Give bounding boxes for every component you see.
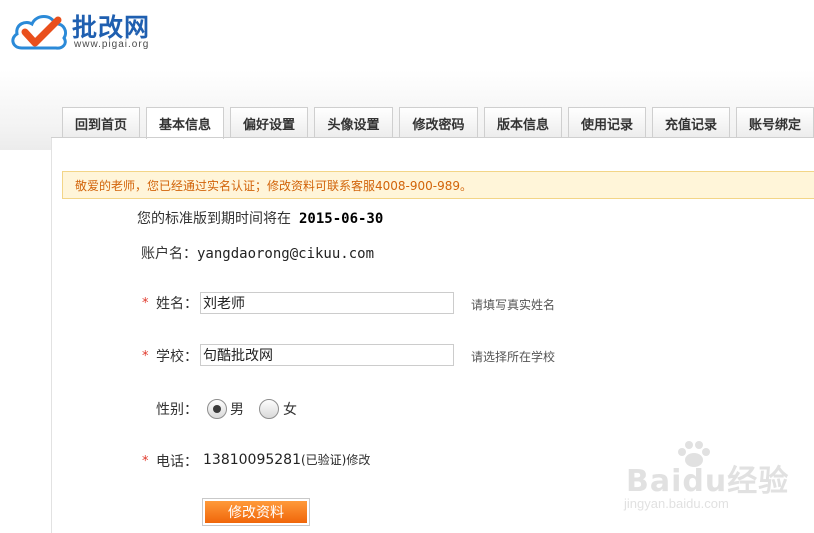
phone-number: 13810095281	[203, 452, 301, 468]
phone-edit-link[interactable]: 修改	[346, 453, 370, 467]
expiry-text: 您的标准版到期时间将在	[137, 211, 291, 227]
watermark-text: Baidu经验	[626, 464, 790, 499]
school-input[interactable]: 句酷批改网	[200, 344, 454, 366]
account-row: 账户名：yangdaorong@cikuu.com	[141, 243, 374, 263]
school-label: 学校：	[156, 349, 198, 365]
expiry-date: 2015-06-30	[299, 211, 384, 227]
tab-recharge-log[interactable]: 充值记录	[652, 107, 730, 138]
required-mark: *	[142, 454, 149, 469]
watermark-url: jingyan.baidu.com	[624, 496, 729, 511]
phone-verified-status: (已验证)	[300, 453, 347, 467]
phone-value: 13810095281(已验证)修改	[203, 451, 370, 468]
gender-male-radio[interactable]	[207, 399, 227, 419]
required-mark: *	[142, 296, 149, 311]
name-input[interactable]: 刘老师	[200, 292, 454, 314]
submit-button[interactable]: 修改资料	[202, 498, 310, 526]
logo-url: www.pigai.org	[74, 39, 150, 50]
gender-female-label[interactable]: 女	[283, 399, 297, 419]
tab-basic-info[interactable]: 基本信息	[146, 107, 224, 139]
verification-notice: 敬爱的老师，您已经通过实名认证；修改资料可联系客服4008-900-989。	[62, 171, 814, 199]
gender-female-radio[interactable]	[259, 399, 279, 419]
settings-tabs: 回到首页 基本信息 偏好设置 头像设置 修改密码 版本信息 使用记录 充值记录 …	[62, 107, 814, 139]
gender-label: 性别：	[156, 402, 198, 418]
gender-male-label[interactable]: 男	[230, 399, 244, 419]
tab-avatar[interactable]: 头像设置	[314, 107, 393, 138]
expiry-line: 您的标准版到期时间将在 2015-06-30	[137, 208, 383, 228]
tab-account-binding[interactable]: 账号绑定	[736, 107, 814, 138]
tab-divider	[51, 137, 814, 138]
required-mark: *	[142, 349, 149, 364]
cloud-check-icon	[11, 15, 68, 50]
name-label: 姓名：	[156, 296, 198, 312]
account-value: yangdaorong@cikuu.com	[197, 246, 375, 262]
name-hint: 请填写真实姓名	[471, 298, 556, 312]
tab-change-password[interactable]: 修改密码	[399, 107, 478, 138]
tab-version-info[interactable]: 版本信息	[484, 107, 562, 138]
tab-home[interactable]: 回到首页	[62, 107, 140, 138]
logo[interactable]: 批改网 www.pigai.org	[8, 6, 178, 54]
tab-preferences[interactable]: 偏好设置	[230, 107, 308, 138]
watermark: Baidu经验 jingyan.baidu.com	[612, 438, 802, 518]
tab-usage-log[interactable]: 使用记录	[568, 107, 646, 138]
school-hint: 请选择所在学校	[471, 350, 556, 364]
phone-label: 电话：	[156, 454, 198, 470]
account-label: 账户名：	[141, 246, 197, 262]
submit-button-label: 修改资料	[205, 501, 307, 523]
